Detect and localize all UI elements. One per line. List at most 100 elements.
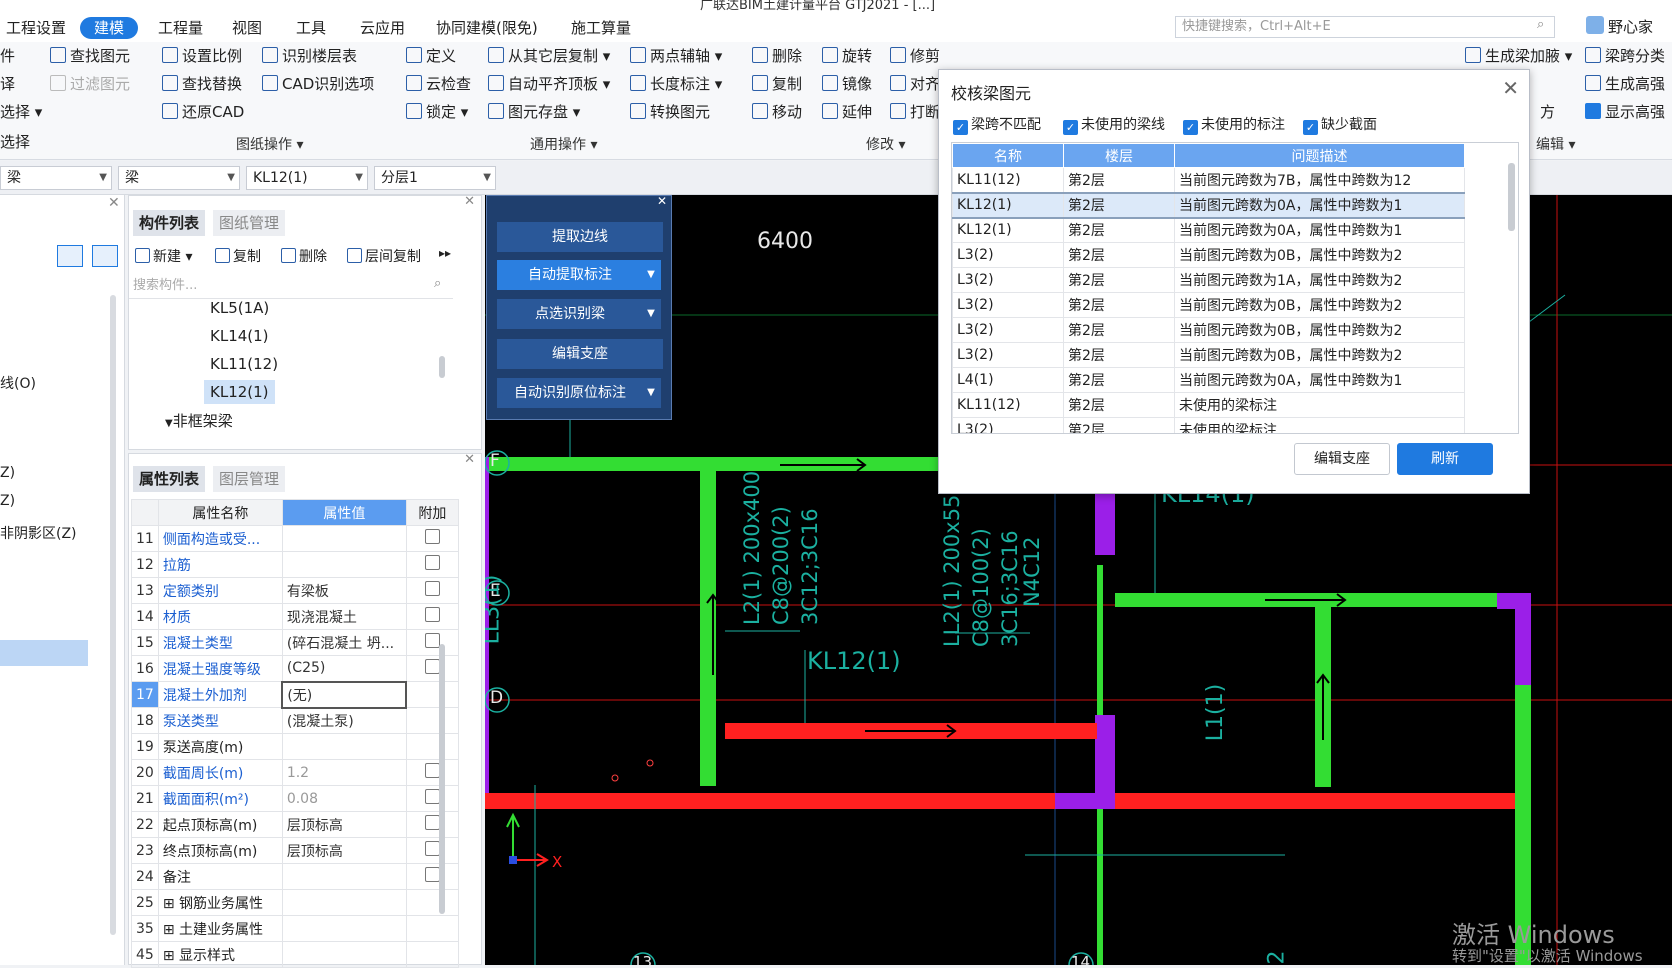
- tab-layer-manage[interactable]: 图层管理: [213, 466, 286, 492]
- ribbon-col0-2[interactable]: 译: [0, 72, 15, 96]
- chevron-down-icon[interactable]: ▼: [641, 378, 661, 408]
- issue-row[interactable]: L3(2) 第2层 当前图元跨数为0B，属性中跨数为2: [952, 292, 1465, 318]
- checkbox[interactable]: [424, 555, 440, 570]
- group-label-edit[interactable]: 编辑 ▾: [1536, 134, 1575, 154]
- checkbox[interactable]: [424, 581, 440, 596]
- tab-component-list[interactable]: 构件列表: [133, 210, 206, 236]
- property-value[interactable]: 有梁板: [281, 577, 407, 604]
- property-extra[interactable]: [405, 551, 459, 578]
- define-button[interactable]: 定义: [406, 44, 456, 68]
- fang-button[interactable]: 方: [1540, 100, 1555, 124]
- menu-project-settings[interactable]: 工程设置: [0, 17, 72, 39]
- scrollbar[interactable]: [439, 356, 445, 378]
- chevron-down-icon[interactable]: ▼: [641, 260, 661, 290]
- property-row[interactable]: 22 起点顶标高(m) 层顶标高: [131, 811, 459, 838]
- property-extra[interactable]: [405, 785, 459, 812]
- check-unused-label[interactable]: ✓ 未使用的标注: [1183, 114, 1285, 135]
- shortcut-search-input[interactable]: 快捷键搜索，Ctrl+Alt+E: [1175, 16, 1555, 38]
- component-select[interactable]: KL12(1) ▼: [246, 166, 368, 190]
- convert-element-button[interactable]: 转换图元: [630, 100, 710, 124]
- copy-button[interactable]: 复制: [752, 72, 802, 96]
- checkbox[interactable]: [424, 607, 440, 622]
- group-label-modify[interactable]: 修改 ▾: [866, 134, 905, 154]
- point-identify-beam-button[interactable]: 点选识别梁: [497, 299, 643, 329]
- checkbox[interactable]: [424, 763, 440, 778]
- extract-edge-button[interactable]: 提取边线: [497, 222, 663, 252]
- issue-row[interactable]: KL11(12) 第2层 当前图元跨数为7B，属性中跨数为12: [952, 167, 1465, 193]
- menu-collab[interactable]: 协同建模(限免): [430, 17, 544, 39]
- checkbox[interactable]: [424, 633, 440, 648]
- menu-construction[interactable]: 施工算量: [565, 17, 637, 39]
- checkbox[interactable]: [424, 789, 440, 804]
- tree-group-nonframe[interactable]: ▼非框架梁: [165, 410, 233, 431]
- property-extra[interactable]: [405, 811, 459, 838]
- property-row[interactable]: 14 材质 现浇混凝土: [131, 603, 459, 630]
- show-elev-toggle[interactable]: 显示高强: [1585, 100, 1665, 124]
- new-button[interactable]: 新建 ▾: [135, 246, 192, 266]
- property-extra[interactable]: [405, 525, 459, 552]
- type-select[interactable]: 梁 ▼: [118, 166, 240, 190]
- property-extra[interactable]: [405, 941, 459, 968]
- check-unused-beam-line[interactable]: ✓ 未使用的梁线: [1063, 114, 1165, 135]
- checkbox[interactable]: [424, 659, 440, 674]
- cloud-check-button[interactable]: 云检查: [406, 72, 471, 96]
- group-label-drawing[interactable]: 图纸操作 ▾: [236, 134, 303, 154]
- copy-component-button[interactable]: 复制: [215, 246, 261, 266]
- more-icon[interactable]: ▸▸: [439, 246, 451, 260]
- mirror-button[interactable]: 镜像: [822, 72, 872, 96]
- property-value[interactable]: [281, 733, 407, 760]
- gen-beam-haunch-button[interactable]: 生成梁加腋 ▾: [1465, 44, 1572, 68]
- checkbox[interactable]: [424, 529, 440, 544]
- scrollbar[interactable]: [1508, 163, 1515, 231]
- property-row[interactable]: 19 泵送高度(m): [131, 733, 459, 760]
- rotate-button[interactable]: 旋转: [822, 44, 872, 68]
- edit-support-button[interactable]: 编辑支座: [497, 339, 663, 369]
- property-value[interactable]: [281, 863, 407, 890]
- property-value[interactable]: (碎石混凝土 坍...: [281, 629, 407, 656]
- checkbox[interactable]: [424, 815, 440, 830]
- property-row[interactable]: 18 泵送类型 (混凝土泵): [131, 707, 459, 734]
- auto-extract-label-button[interactable]: 自动提取标注: [497, 260, 643, 290]
- property-row[interactable]: 23 终点顶标高(m) 层顶标高: [131, 837, 459, 864]
- move-button[interactable]: 移动: [752, 100, 802, 124]
- delete-component-button[interactable]: 删除: [281, 246, 327, 266]
- left-item-1[interactable]: 线(O): [0, 373, 36, 393]
- length-mark-button[interactable]: 长度标注 ▾: [630, 72, 722, 96]
- category-select[interactable]: 梁 ▼: [0, 166, 112, 190]
- property-value[interactable]: [281, 551, 407, 578]
- tab-property-list[interactable]: 属性列表: [133, 466, 206, 492]
- delete-button[interactable]: 删除: [752, 44, 802, 68]
- ribbon-col0-1[interactable]: 件: [0, 44, 15, 68]
- property-value[interactable]: 层顶标高: [281, 811, 407, 838]
- property-extra[interactable]: [405, 889, 459, 916]
- align-button[interactable]: 对齐: [890, 72, 940, 96]
- list-view-icon[interactable]: [57, 245, 83, 267]
- issue-row[interactable]: L3(2) 第2层 当前图元跨数为0B，属性中跨数为2: [952, 242, 1465, 268]
- property-extra[interactable]: [405, 629, 459, 656]
- property-extra[interactable]: [405, 837, 459, 864]
- left-item-selected[interactable]: [0, 640, 88, 666]
- check-missing-section[interactable]: ✓ 缺少截面: [1303, 114, 1377, 135]
- issue-row[interactable]: L3(2) 第2层 当前图元跨数为1A，属性中跨数为2: [952, 267, 1465, 293]
- element-store-button[interactable]: 图元存盘 ▾: [488, 100, 580, 124]
- left-item-2[interactable]: Z): [0, 465, 15, 481]
- group-label-general[interactable]: 通用操作 ▾: [530, 134, 597, 154]
- checkbox[interactable]: [424, 841, 440, 856]
- property-value[interactable]: [281, 525, 407, 552]
- property-row[interactable]: 16 混凝土强度等级 (C25): [131, 655, 459, 682]
- property-value[interactable]: 0.08: [281, 785, 407, 812]
- component-search-input[interactable]: 搜索构件...: [129, 273, 453, 299]
- break-button[interactable]: 打断: [890, 100, 940, 124]
- find-replace-button[interactable]: 查找替换: [162, 72, 242, 96]
- lock-button[interactable]: 锁定 ▾: [406, 100, 468, 124]
- left-item-3[interactable]: Z): [0, 493, 15, 509]
- menu-modeling[interactable]: 建模: [80, 17, 139, 39]
- property-extra[interactable]: [405, 577, 459, 604]
- property-extra[interactable]: [405, 707, 459, 734]
- property-extra[interactable]: [405, 863, 459, 890]
- issue-row[interactable]: L3(2) 第2层 未使用的梁标注: [952, 417, 1465, 433]
- menu-tools[interactable]: 工具: [290, 17, 332, 39]
- find-element-button[interactable]: 查找图元: [50, 44, 130, 68]
- property-row[interactable]: 24 备注: [131, 863, 459, 890]
- scrollbar[interactable]: [439, 644, 445, 914]
